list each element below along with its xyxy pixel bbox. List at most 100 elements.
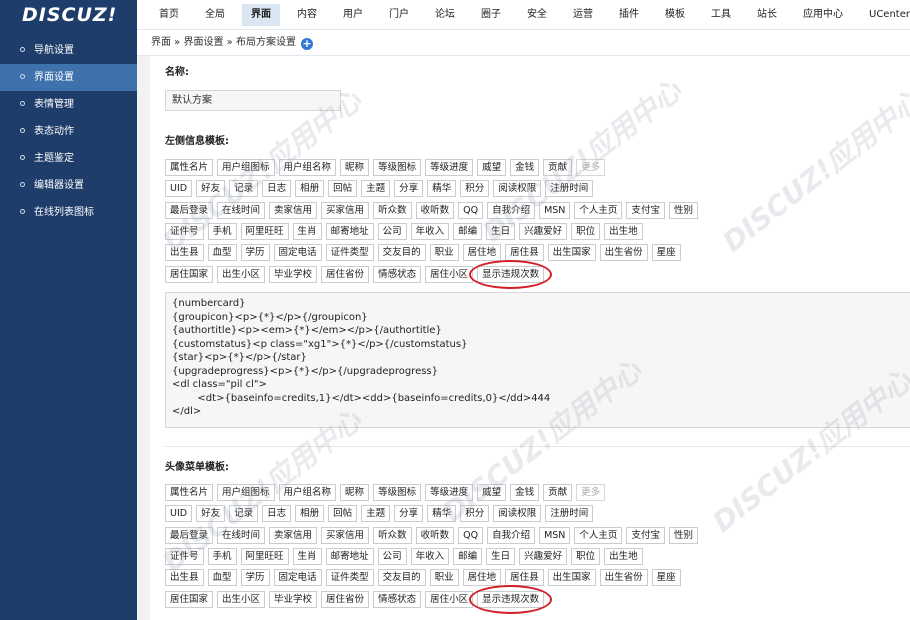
tag-button[interactable]: 支付宝	[626, 526, 665, 544]
tag-button[interactable]: 日志	[262, 180, 292, 198]
tag-button[interactable]: UID	[165, 180, 193, 198]
tag-button[interactable]: 居住省份	[321, 590, 370, 608]
nav-item[interactable]: 工具	[702, 4, 740, 26]
nav-item[interactable]: 用户	[334, 4, 372, 26]
tag-button[interactable]: 精华	[427, 505, 457, 523]
tag-button[interactable]: 等级进度	[425, 159, 474, 176]
tag-button[interactable]: 居住县	[505, 244, 544, 262]
tag-button[interactable]: 用户组名称	[278, 484, 337, 501]
add-shortcut-icon[interactable]: +	[300, 38, 313, 50]
tag-button[interactable]: QQ	[458, 201, 484, 219]
tag-button[interactable]: 阿里旺旺	[240, 222, 289, 240]
tag-button[interactable]: 星座	[651, 569, 681, 587]
show-violation-count-tag-button[interactable]: 显示违规次数	[469, 259, 553, 289]
tag-button[interactable]: 买家信用	[321, 201, 370, 219]
tag-button[interactable]: 记录	[229, 505, 259, 523]
tag-button[interactable]: MSN	[539, 526, 571, 544]
tag-button[interactable]: 注册时间	[545, 180, 594, 198]
sidebar-item[interactable]: 界面设置	[0, 64, 137, 91]
tag-button[interactable]: 在线时间	[217, 201, 266, 219]
show-violation-count-tag-button[interactable]: 显示违规次数	[469, 584, 553, 614]
tag-button[interactable]: 最后登录	[165, 201, 214, 219]
tag-button[interactable]: 好友	[196, 505, 226, 523]
tag-button[interactable]: 出生县	[165, 244, 204, 262]
tag-button[interactable]: 固定电话	[273, 244, 322, 262]
nav-item[interactable]: 运营	[564, 4, 602, 26]
tag-button[interactable]: 出生省份	[599, 244, 648, 262]
tag-button[interactable]: 昵称	[340, 484, 370, 501]
tag-button[interactable]: 星座	[651, 244, 681, 262]
name-input[interactable]: 默认方案	[165, 90, 341, 111]
tag-button[interactable]: 阅读权限	[493, 180, 542, 198]
nav-item[interactable]: 内容	[288, 4, 326, 26]
tag-button[interactable]: 学历	[240, 569, 270, 587]
tag-button[interactable]: 职业	[429, 244, 459, 262]
tag-button[interactable]: 证件类型	[325, 569, 374, 587]
tag-button[interactable]: 自我介绍	[487, 526, 536, 544]
tag-button[interactable]: 职位	[571, 222, 601, 240]
tag-button[interactable]: 等级图标	[373, 484, 422, 501]
left-info-template-textarea[interactable]: {numbercard} {groupicon}<p>{*}</p>{/group…	[165, 292, 910, 428]
nav-item[interactable]: 门户	[380, 4, 418, 26]
tag-button[interactable]: 阿里旺旺	[240, 547, 289, 565]
tag-button[interactable]: 出生地	[604, 547, 643, 565]
tag-button[interactable]: 邮寄地址	[325, 547, 374, 565]
tag-button[interactable]: 贡献	[543, 159, 573, 176]
tag-button[interactable]: 听众数	[373, 201, 412, 219]
tag-button[interactable]: 交友目的	[377, 244, 426, 262]
tag-button[interactable]: 毕业学校	[269, 265, 318, 283]
discuz-logo[interactable]: DISCUZ!	[0, 0, 137, 30]
sidebar-item[interactable]: 在线列表图标	[0, 199, 137, 226]
nav-item[interactable]: 论坛	[426, 4, 464, 26]
nav-item[interactable]: 模板	[656, 4, 694, 26]
nav-item[interactable]: 应用中心	[794, 4, 852, 26]
tag-button[interactable]: 贡献	[543, 484, 573, 501]
tag-button[interactable]: 学历	[240, 244, 270, 262]
sidebar-item[interactable]: 编辑器设置	[0, 172, 137, 199]
tag-button[interactable]: 兴趣爱好	[519, 222, 568, 240]
tag-button[interactable]: 居住小区	[425, 590, 474, 608]
tag-button[interactable]: 邮编	[453, 222, 483, 240]
tag-button[interactable]: 公司	[377, 547, 407, 565]
tag-button[interactable]: 相册	[295, 505, 325, 523]
tag-button[interactable]: 分享	[394, 505, 424, 523]
tag-button[interactable]: 职业	[429, 569, 459, 587]
tag-button[interactable]: 回帖	[328, 505, 358, 523]
tag-button[interactable]: 精华	[427, 180, 457, 198]
tag-button[interactable]: 收听数	[415, 201, 455, 219]
tag-button[interactable]: 情感状态	[373, 265, 422, 283]
tag-button[interactable]: 交友目的	[377, 569, 426, 587]
tag-button[interactable]: 居住国家	[165, 265, 214, 283]
nav-item[interactable]: 界面	[242, 4, 280, 26]
tag-button[interactable]: 买家信用	[321, 526, 370, 544]
tag-button[interactable]: 职位	[571, 547, 601, 565]
tag-button[interactable]: 居住省份	[321, 265, 370, 283]
tag-button[interactable]: 个人主页	[574, 526, 623, 544]
tag-button[interactable]: 性别	[668, 526, 698, 544]
tag-button[interactable]: 手机	[207, 222, 237, 240]
tag-button[interactable]: 出生小区	[217, 265, 266, 283]
tag-button[interactable]: 积分	[460, 505, 490, 523]
tag-button[interactable]: MSN	[539, 201, 571, 219]
tag-button[interactable]: 情感状态	[373, 590, 422, 608]
tag-button[interactable]: 生日	[486, 547, 516, 565]
tag-button[interactable]: 居住地	[462, 569, 502, 587]
sidebar-item[interactable]: 表情管理	[0, 91, 137, 118]
sidebar-item[interactable]: 导航设置	[0, 37, 137, 64]
tag-button[interactable]: 好友	[196, 180, 226, 198]
tag-button[interactable]: 证件号	[165, 547, 204, 565]
tag-button[interactable]: 手机	[207, 547, 237, 565]
tag-button[interactable]: 个人主页	[574, 201, 623, 219]
tag-button[interactable]: 日志	[262, 505, 292, 523]
tag-button[interactable]: 出生国家	[547, 569, 596, 587]
tag-button[interactable]: 主题	[361, 505, 391, 523]
nav-item[interactable]: 首页	[150, 4, 188, 26]
nav-item[interactable]: 插件	[610, 4, 648, 26]
sidebar-item[interactable]: 表态动作	[0, 118, 137, 145]
nav-item[interactable]: 站长	[748, 4, 786, 26]
sidebar-item[interactable]: 主题鉴定	[0, 145, 137, 172]
tag-button[interactable]: 血型	[207, 244, 237, 262]
tag-button[interactable]: 用户组图标	[217, 159, 275, 176]
nav-item[interactable]: 圈子	[472, 4, 510, 26]
tag-button[interactable]: 威望	[477, 484, 507, 501]
